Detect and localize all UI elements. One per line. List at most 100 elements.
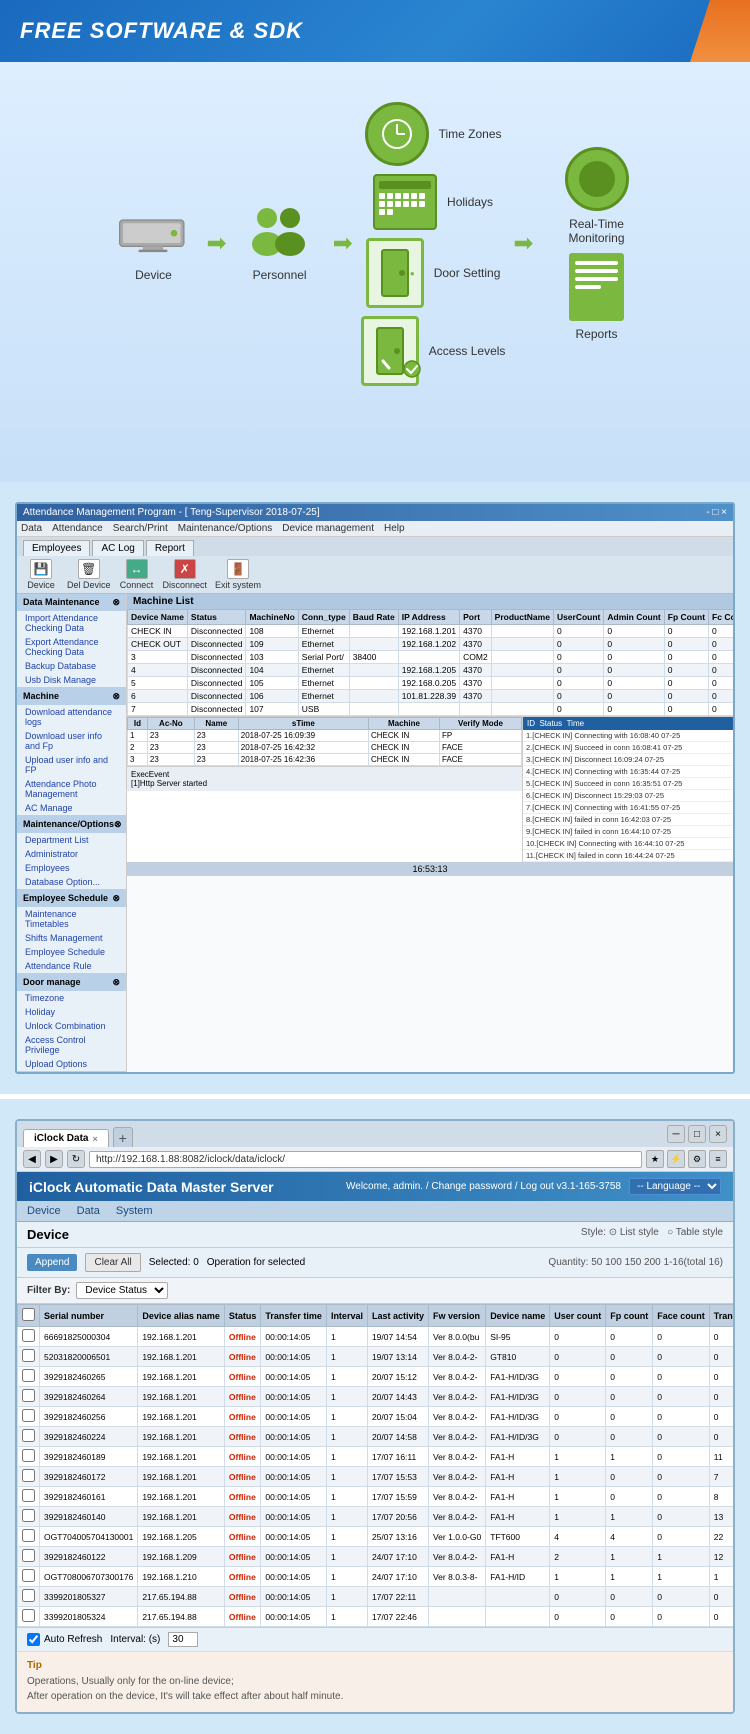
sidebar-backup[interactable]: Backup Database bbox=[17, 659, 126, 673]
sidebar-ac[interactable]: AC Manage bbox=[17, 801, 126, 815]
language-select[interactable]: -- Language -- bbox=[629, 1178, 721, 1195]
minimize-btn[interactable]: ─ bbox=[667, 1125, 685, 1143]
device-fp: 1 bbox=[606, 1567, 653, 1587]
menu-help[interactable]: Help bbox=[384, 523, 405, 534]
disconnect-icon: ✗ bbox=[174, 559, 196, 579]
device-check[interactable] bbox=[18, 1547, 40, 1567]
sidebar-usb[interactable]: Usb Disk Manage bbox=[17, 673, 126, 687]
device-check[interactable] bbox=[18, 1527, 40, 1547]
device-check[interactable] bbox=[18, 1607, 40, 1627]
sidebar-db-option[interactable]: Database Option... bbox=[17, 875, 126, 889]
btn-disconnect[interactable]: ✗ Disconnect bbox=[163, 559, 208, 590]
cell-fc: 0 bbox=[709, 690, 733, 703]
sidebar-timezone[interactable]: Timezone bbox=[17, 991, 126, 1005]
sidebar-upload-opts[interactable]: Upload Options bbox=[17, 1057, 126, 1071]
sidebar-timetables[interactable]: Maintenance Timetables bbox=[17, 907, 126, 931]
interval-input[interactable]: 30 bbox=[168, 1632, 198, 1647]
sidebar-dl-user[interactable]: Download user info and Fp bbox=[17, 729, 126, 753]
sidebar-employees[interactable]: Employees bbox=[17, 861, 126, 875]
device-check[interactable] bbox=[18, 1467, 40, 1487]
device-check[interactable] bbox=[18, 1347, 40, 1367]
sidebar-dept[interactable]: Department List bbox=[17, 833, 126, 847]
menu-attendance[interactable]: Attendance bbox=[52, 523, 103, 534]
menu-icon[interactable]: ≡ bbox=[709, 1150, 727, 1168]
auto-refresh-checkbox[interactable] bbox=[27, 1633, 40, 1646]
nav-system[interactable]: System bbox=[116, 1205, 153, 1217]
device-check[interactable] bbox=[18, 1507, 40, 1527]
tab-ac-log[interactable]: AC Log bbox=[92, 540, 143, 556]
sidebar-access-ctrl[interactable]: Access Control Privilege bbox=[17, 1033, 126, 1057]
device-check[interactable] bbox=[18, 1487, 40, 1507]
device-check[interactable] bbox=[18, 1567, 40, 1587]
select-all-checkbox[interactable] bbox=[22, 1308, 35, 1321]
browser-tab-iclock[interactable]: iClock Data × bbox=[23, 1129, 109, 1147]
btn-connect[interactable]: ↔ Connect bbox=[119, 559, 155, 590]
menu-search[interactable]: Search/Print bbox=[113, 523, 168, 534]
star-icon[interactable]: ★ bbox=[646, 1150, 664, 1168]
btn-exit[interactable]: 🚪 Exit system bbox=[215, 559, 261, 590]
sidebar-photo[interactable]: Attendance Photo Management bbox=[17, 777, 126, 801]
reports-icon bbox=[569, 253, 624, 321]
tab-close[interactable]: × bbox=[92, 1134, 97, 1144]
log-item: 7.[CHECK IN] Connecting with 16:41:55 07… bbox=[523, 802, 733, 814]
back-btn[interactable]: ◀ bbox=[23, 1150, 41, 1168]
settings-icon[interactable]: ⚙ bbox=[688, 1150, 706, 1168]
menu-maintenance[interactable]: Maintenance/Options bbox=[178, 523, 273, 534]
event-table: Id Ac-No Name sTime Machine Verify Mode … bbox=[127, 717, 522, 766]
maximize-btn[interactable]: □ bbox=[688, 1125, 706, 1143]
menu-data[interactable]: Data bbox=[21, 523, 42, 534]
dth-last: Last activity bbox=[367, 1305, 428, 1327]
nav-device[interactable]: Device bbox=[27, 1205, 61, 1217]
sidebar-maintenance: Maintenance/Options ⊗ Department List Ad… bbox=[17, 816, 126, 890]
lightning-icon[interactable]: ⚡ bbox=[667, 1150, 685, 1168]
nav-data[interactable]: Data bbox=[77, 1205, 100, 1217]
browser-addressbar: ◀ ▶ ↻ http://192.168.1.88:8082/iclock/da… bbox=[17, 1147, 733, 1172]
device-face: 0 bbox=[653, 1587, 710, 1607]
sidebar-emp-schedule[interactable]: Employee Schedule bbox=[17, 945, 126, 959]
win-controls[interactable]: - □ × bbox=[706, 507, 727, 518]
device-check[interactable] bbox=[18, 1327, 40, 1347]
append-button[interactable]: Append bbox=[27, 1254, 77, 1271]
device-transfer: 00:00:14:05 bbox=[261, 1367, 327, 1387]
device-check[interactable] bbox=[18, 1427, 40, 1447]
clear-all-button[interactable]: Clear All bbox=[85, 1253, 140, 1272]
tab-report[interactable]: Report bbox=[146, 540, 194, 556]
forward-btn[interactable]: ▶ bbox=[45, 1150, 63, 1168]
sidebar-holiday[interactable]: Holiday bbox=[17, 1005, 126, 1019]
device-serial: 3929182460224 bbox=[40, 1427, 138, 1447]
menu-device-mgmt[interactable]: Device management bbox=[282, 523, 374, 534]
address-input[interactable]: http://192.168.1.88:8082/iclock/data/icl… bbox=[89, 1151, 642, 1168]
device-fp: 1 bbox=[606, 1547, 653, 1567]
event-name: 23 bbox=[194, 730, 238, 742]
sidebar-admin[interactable]: Administrator bbox=[17, 847, 126, 861]
sidebar-ul-user[interactable]: Upload user info and FP bbox=[17, 753, 126, 777]
device-alias: 192.168.1.205 bbox=[138, 1527, 225, 1547]
device-last: 19/07 14:54 bbox=[367, 1327, 428, 1347]
filter-select[interactable]: Device Status bbox=[76, 1282, 168, 1299]
device-check[interactable] bbox=[18, 1407, 40, 1427]
reports-label: Reports bbox=[576, 327, 618, 341]
sidebar-dl-logs[interactable]: Download attendance logs bbox=[17, 705, 126, 729]
device-fp: 1 bbox=[606, 1507, 653, 1527]
device-users: 0 bbox=[550, 1427, 606, 1447]
sidebar-unlock[interactable]: Unlock Combination bbox=[17, 1019, 126, 1033]
new-tab-btn[interactable]: + bbox=[113, 1127, 133, 1147]
device-last: 17/07 20:56 bbox=[367, 1507, 428, 1527]
btn-del-device[interactable]: 🗑 Del Device bbox=[67, 559, 111, 590]
sidebar-import[interactable]: Import Attendance Checking Data bbox=[17, 611, 126, 635]
refresh-btn[interactable]: ↻ bbox=[67, 1150, 85, 1168]
cell-status: Disconnected bbox=[187, 638, 246, 651]
sidebar-shifts[interactable]: Shifts Management bbox=[17, 931, 126, 945]
sidebar-export[interactable]: Export Attendance Checking Data bbox=[17, 635, 126, 659]
btn-device[interactable]: 💾 Device bbox=[23, 559, 59, 590]
device-check[interactable] bbox=[18, 1447, 40, 1467]
device-row: 3929182460264 192.168.1.201 Offline 00:0… bbox=[18, 1387, 734, 1407]
device-check[interactable] bbox=[18, 1587, 40, 1607]
device-serial: 3929182460140 bbox=[40, 1507, 138, 1527]
tab-employees[interactable]: Employees bbox=[23, 540, 90, 556]
device-check[interactable] bbox=[18, 1367, 40, 1387]
device-fp: 0 bbox=[606, 1347, 653, 1367]
close-btn[interactable]: × bbox=[709, 1125, 727, 1143]
device-check[interactable] bbox=[18, 1387, 40, 1407]
sidebar-att-rule[interactable]: Attendance Rule bbox=[17, 959, 126, 973]
